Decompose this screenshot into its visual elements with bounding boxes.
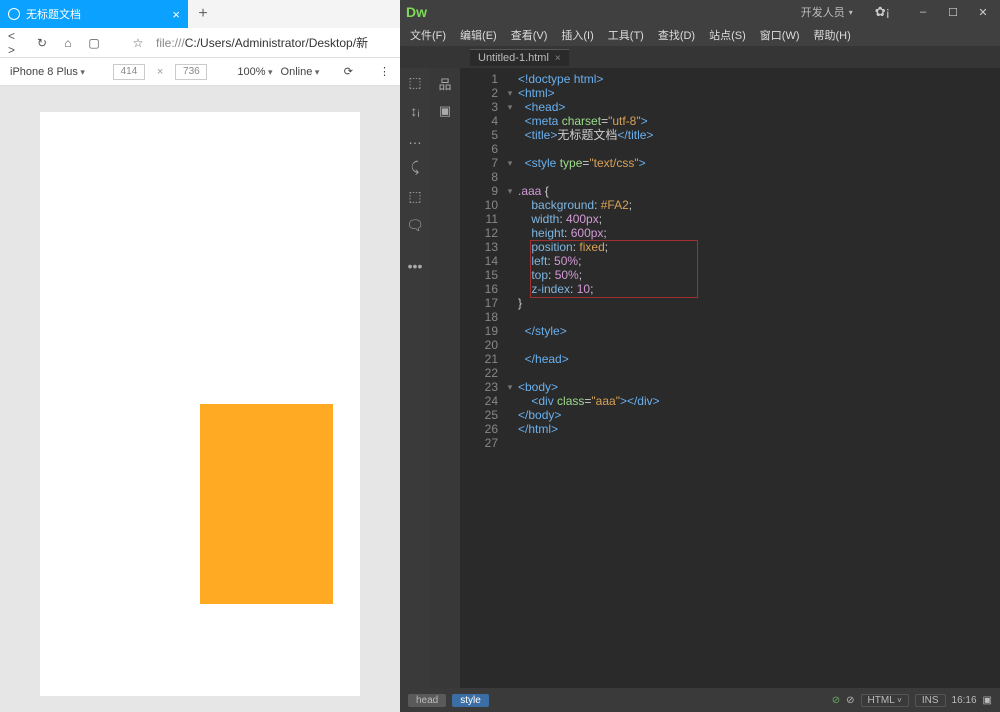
width-input[interactable]: 414 [113, 64, 145, 80]
code-line[interactable]: </html> [518, 422, 996, 436]
code-line[interactable] [518, 310, 996, 324]
code-line[interactable]: background: #FA2; [518, 198, 996, 212]
code-line[interactable]: } [518, 296, 996, 310]
settings-icon[interactable]: ✿¡ [875, 4, 890, 20]
minimize-button[interactable]: – [912, 6, 934, 18]
menu-item[interactable]: 站点(S) [709, 27, 746, 43]
menu-item[interactable]: 查看(V) [511, 27, 548, 43]
close-button[interactable]: ✕ [972, 6, 994, 19]
code-line[interactable]: height: 600px; [518, 226, 996, 240]
preview-area [0, 86, 400, 712]
code-line[interactable]: <div class="aaa"></div> [518, 394, 996, 408]
highlight-box [530, 240, 698, 298]
tab-title: 无标题文档 [26, 6, 81, 22]
editor-row: ⬚↕ᵢ…⤹⬚🗨••• 品▣ 12345678910111213141516171… [400, 68, 1000, 688]
code-line[interactable]: <body> [518, 380, 996, 394]
fold-gutter[interactable]: ▾▾▾▾▾ [504, 72, 516, 450]
line-gutter: 1234567891011121314151617181920212223242… [460, 72, 504, 450]
breadcrumb-style[interactable]: style [452, 694, 489, 707]
code-line[interactable]: <head> [518, 100, 996, 114]
language-selector[interactable]: HTML ˅ [861, 694, 909, 707]
tool-icon[interactable]: ••• [408, 258, 423, 274]
globe-icon [8, 8, 20, 20]
code-line[interactable]: .aaa { [518, 184, 996, 198]
panel-icon[interactable]: ▢ [86, 36, 102, 50]
code-line[interactable]: </body> [518, 408, 996, 422]
panel-toggle-icon[interactable]: ▣ [983, 695, 992, 706]
menu-bar: 文件(F) 编辑(E) 查看(V) 插入(I) 工具(T) 查找(D) 站点(S) 窗口(W)… [400, 24, 1000, 46]
browser-panel: 无标题文档 × + < > ↻ ⌂ ▢ ☆ file:///C:/Users/A… [0, 0, 400, 712]
device-frame [40, 112, 360, 696]
dreamweaver-panel: Dw 开发人员 ▾ ✿¡ – ☐ ✕ 文件(F) 编辑(E) 查看(V) 插入(I) 工… [400, 0, 1000, 712]
insert-mode[interactable]: INS [915, 694, 946, 707]
code-line[interactable] [518, 142, 996, 156]
tool-icon[interactable]: ↕ᵢ [410, 103, 419, 119]
tool-icon[interactable]: 🗨 [406, 217, 424, 234]
tool-icon[interactable]: ⤹ [411, 159, 419, 176]
dim-sep: × [153, 66, 167, 78]
maximize-button[interactable]: ☐ [942, 6, 964, 19]
title-bar: Dw 开发人员 ▾ ✿¡ – ☐ ✕ [400, 0, 1000, 24]
workspace-selector[interactable]: 开发人员 ▾ [801, 4, 853, 20]
code-line[interactable]: <title>无标题文档</title> [518, 128, 996, 142]
code-line[interactable]: </style> [518, 324, 996, 338]
breadcrumb-head[interactable]: head [408, 694, 446, 707]
height-input[interactable]: 736 [175, 64, 207, 80]
address-bar: < > ↻ ⌂ ▢ ☆ file:///C:/Users/Administrat… [0, 28, 400, 58]
device-select[interactable]: iPhone 8 Plus [10, 66, 85, 78]
url-field[interactable]: file:///C:/Users/Administrator/Desktop/新 [156, 34, 392, 51]
menu-item[interactable]: 工具(T) [608, 27, 644, 43]
tool-icon[interactable]: 品 [438, 74, 451, 93]
code-line[interactable] [518, 436, 996, 450]
home-icon[interactable]: ⌂ [60, 36, 76, 50]
menu-item[interactable]: 编辑(E) [460, 27, 497, 43]
file-tab-bar: Untitled-1.html× [400, 46, 1000, 68]
left-tool-strip-2: 品▣ [430, 68, 460, 688]
cursor-position: 16:16 [952, 695, 977, 706]
devbar-menu-icon[interactable]: ⋮ [379, 65, 390, 78]
tool-icon[interactable]: ⬚ [408, 188, 421, 205]
menu-item[interactable]: 查找(D) [658, 27, 695, 43]
aaa-box [200, 404, 333, 604]
code-line[interactable]: width: 400px; [518, 212, 996, 226]
dw-logo: Dw [406, 4, 427, 20]
throttle-select[interactable]: Online [281, 66, 320, 78]
code-line[interactable]: <!doctype html> [518, 72, 996, 86]
file-tab[interactable]: Untitled-1.html× [470, 49, 569, 66]
tab-bar: 无标题文档 × + [0, 0, 400, 28]
code-line[interactable]: <meta charset="utf-8"> [518, 114, 996, 128]
code-line[interactable]: <html> [518, 86, 996, 100]
tool-icon[interactable]: ▣ [439, 103, 451, 119]
close-file-icon[interactable]: × [555, 53, 561, 64]
sync-icon[interactable]: ⊘ [832, 695, 840, 706]
reload-icon[interactable]: ↻ [34, 36, 50, 50]
browser-tab-active[interactable]: 无标题文档 × [0, 0, 188, 28]
status-bar: head style ⊘ ⊘ HTML ˅ INS 16:16 ▣ [400, 688, 1000, 712]
close-tab-icon[interactable]: × [172, 7, 180, 22]
star-icon[interactable]: ☆ [130, 36, 146, 50]
code-line[interactable]: <style type="text/css"> [518, 156, 996, 170]
zoom-select[interactable]: 100% [237, 66, 272, 78]
code-line[interactable] [518, 366, 996, 380]
code-line[interactable] [518, 338, 996, 352]
menu-item[interactable]: 帮助(H) [814, 27, 851, 43]
code-line[interactable]: </head> [518, 352, 996, 366]
nav-backfwd-icon[interactable]: < > [8, 29, 24, 57]
tool-icon[interactable]: … [408, 131, 422, 147]
left-tool-strip: ⬚ ↕ᵢ … ⤹ ⬚ 🗨 ••• [400, 68, 430, 688]
rotate-icon[interactable]: ⟳ [344, 65, 353, 78]
code-editor[interactable]: 1234567891011121314151617181920212223242… [460, 68, 1000, 688]
lint-icon[interactable]: ⊘ [846, 695, 854, 706]
tool-icon[interactable]: ⬚ [408, 74, 421, 91]
menu-item[interactable]: 窗口(W) [760, 27, 800, 43]
new-tab-button[interactable]: + [188, 0, 218, 28]
devtools-device-bar: iPhone 8 Plus 414 × 736 100% Online ⟳ ⋮ [0, 58, 400, 86]
menu-item[interactable]: 文件(F) [410, 27, 446, 43]
code-line[interactable] [518, 170, 996, 184]
menu-item[interactable]: 插入(I) [561, 27, 593, 43]
